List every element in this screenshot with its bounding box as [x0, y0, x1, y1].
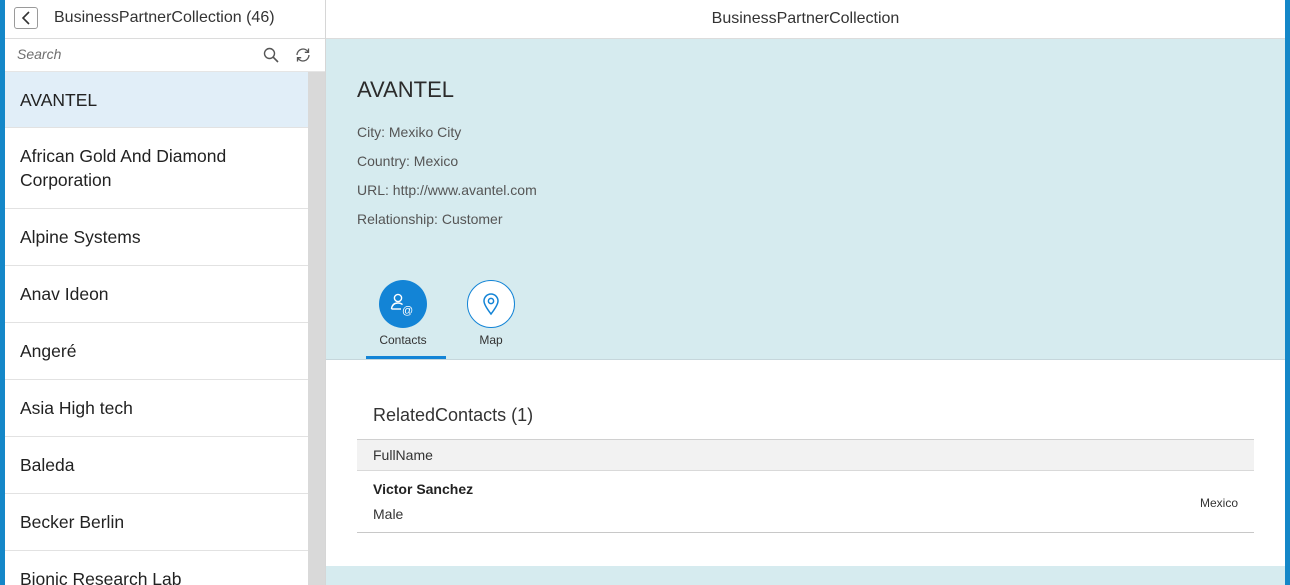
contact-country: Mexico [1199, 496, 1238, 510]
detail-pane: BusinessPartnerCollection AVANTEL City: … [326, 0, 1285, 585]
list-item[interactable]: Becker Berlin [5, 494, 308, 551]
column-header-fullname: FullName [373, 447, 433, 463]
list-item[interactable]: Angeré [5, 323, 308, 380]
list-item-label: Angeré [20, 341, 77, 361]
map-pin-icon [483, 293, 499, 316]
attribute-country: Country: Mexico [357, 153, 459, 169]
list-item-label: Baleda [20, 455, 75, 475]
contacts-icon: @ [390, 293, 413, 316]
contact-gender: Male [373, 506, 404, 522]
detail-title: BusinessPartnerCollection [711, 10, 900, 27]
search-bar [5, 39, 325, 72]
list-item-label: Alpine Systems [20, 227, 141, 247]
attribute-url: URL: http://www.avantel.com [357, 182, 537, 198]
table-header: FullName [357, 439, 1254, 471]
list-item-label: Anav Ideon [20, 284, 109, 304]
chevron-left-icon [21, 11, 30, 25]
list-item[interactable]: AVANTEL [5, 72, 308, 128]
list-item[interactable]: Alpine Systems [5, 209, 308, 266]
list-item[interactable]: African Gold And Diamond Corporation [5, 128, 308, 209]
tab-map-circle [467, 280, 515, 328]
search-icon[interactable] [263, 47, 279, 63]
list-item-label: AVANTEL [20, 89, 98, 110]
detail-header: BusinessPartnerCollection [326, 0, 1285, 39]
master-header: BusinessPartnerCollection (46) [5, 0, 325, 39]
list-item-label: Becker Berlin [20, 512, 125, 532]
contact-name: Victor Sanchez [373, 481, 474, 497]
attribute-city: City: Mexiko City [357, 124, 462, 140]
list-item-label: Asia High tech [20, 398, 133, 418]
attribute-relationship: Relationship: Customer [357, 211, 503, 227]
related-contacts-title: RelatedContacts (1) [373, 405, 534, 425]
app-window: BusinessPartnerCollection (46) AVANTEL A… [5, 0, 1285, 585]
related-contacts-table: FullName Victor Sanchez Male Mexico [357, 439, 1254, 533]
svg-text:@: @ [402, 305, 413, 316]
icon-tab-bar: @ Contacts Map [326, 279, 1285, 359]
list-item-label: African Gold And Diamond Corporation [20, 146, 227, 190]
tab-map[interactable]: Map [451, 279, 531, 359]
tab-contacts[interactable]: @ Contacts [363, 279, 446, 359]
object-title: AVANTEL [357, 77, 454, 102]
list-item-label: Bionic Research Lab [20, 569, 182, 585]
master-pane: BusinessPartnerCollection (46) AVANTEL A… [5, 0, 326, 585]
refresh-icon[interactable] [294, 46, 312, 64]
list-scrollbar[interactable] [308, 72, 325, 585]
master-title: BusinessPartnerCollection (46) [54, 9, 275, 26]
detail-footer [326, 566, 1285, 585]
list-item[interactable]: Baleda [5, 437, 308, 494]
tab-contacts-label: Contacts [379, 333, 427, 347]
business-partner-list: AVANTEL African Gold And Diamond Corpora… [5, 72, 308, 585]
tab-contacts-circle: @ [379, 280, 427, 328]
tab-map-label: Map [479, 333, 503, 347]
search-input[interactable] [10, 42, 280, 66]
related-contacts-section: RelatedContacts (1) FullName Victor Sanc… [326, 360, 1285, 566]
list-item[interactable]: Anav Ideon [5, 266, 308, 323]
back-button[interactable] [14, 7, 38, 29]
list-item[interactable]: Asia High tech [5, 380, 308, 437]
tab-selected-indicator [366, 356, 446, 359]
object-header: AVANTEL City: Mexiko City Country: Mexic… [326, 39, 1285, 360]
table-row[interactable]: Victor Sanchez Male Mexico [357, 471, 1254, 533]
list-item[interactable]: Bionic Research Lab [5, 551, 308, 585]
